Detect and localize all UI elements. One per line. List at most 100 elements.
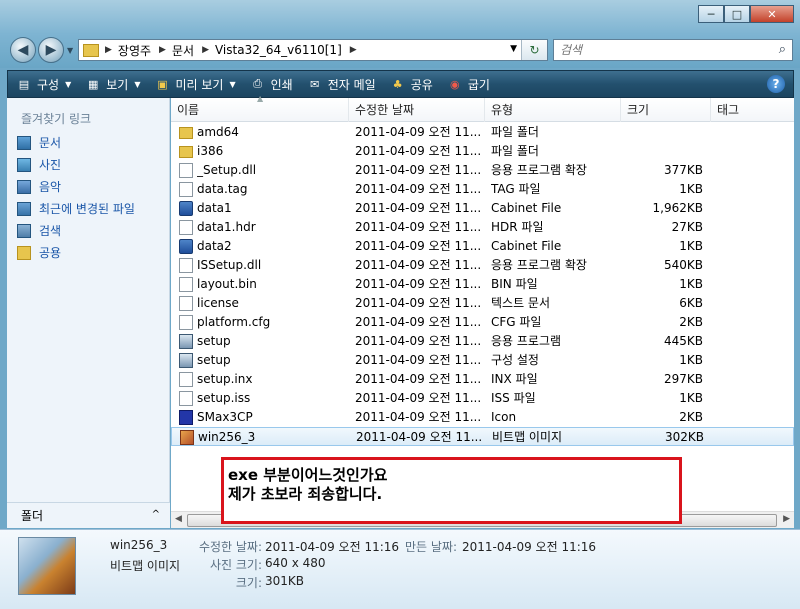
file-name: setup.iss — [197, 391, 251, 405]
chevron-right-icon[interactable]: ▶ — [350, 45, 357, 55]
folder-icon — [179, 127, 193, 139]
address-dropdown-icon[interactable]: ▼ — [510, 44, 517, 54]
table-row[interactable]: _Setup.dll 2011-04-09 오전 11... 응용 프로그램 확장 3… — [171, 161, 794, 180]
scroll-right-icon[interactable]: ▶ — [783, 514, 790, 524]
dll-file-icon — [179, 258, 193, 273]
file-size: 1KB — [679, 391, 703, 405]
chevron-right-icon[interactable]: ▶ — [159, 45, 166, 55]
file-date-modified: 2011-04-09 오전 11... — [355, 296, 482, 310]
column-tags[interactable]: 태그 — [711, 98, 794, 122]
table-row[interactable]: setup 2011-04-09 오전 11... 구성 설정 1KB — [171, 351, 794, 370]
file-date-modified: 2011-04-09 오전 11... — [355, 201, 482, 215]
chevron-down-icon: ▼ — [229, 79, 236, 89]
minimize-button[interactable]: ─ — [698, 5, 724, 23]
table-row[interactable]: setup 2011-04-09 오전 11... 응용 프로그램 445KB — [171, 332, 794, 351]
chevron-right-icon[interactable]: ▶ — [105, 45, 112, 55]
folders-label: 폴더 — [21, 509, 44, 523]
chevron-up-icon: ^ — [151, 509, 160, 520]
sidebar-item-pictures[interactable]: 사진 — [17, 156, 61, 173]
table-row[interactable]: ISSetup.dll 2011-04-09 오전 11... 응용 프로그램 확장… — [171, 256, 794, 275]
cabinet-file-icon — [179, 201, 193, 216]
table-row[interactable]: license 2011-04-09 오전 11... 텍스트 문서 6KB — [171, 294, 794, 313]
back-button[interactable]: ◀ — [10, 37, 36, 63]
burn-label: 굽기 — [467, 77, 490, 92]
folders-toggle[interactable]: 폴더 ^ — [7, 502, 170, 528]
file-icon — [179, 372, 193, 387]
table-row[interactable]: win256_3 2011-04-09 오전 11... 비트맵 이미지 302KB — [171, 427, 794, 446]
table-row[interactable]: data.tag 2011-04-09 오전 11... TAG 파일 1KB — [171, 180, 794, 199]
table-row[interactable]: layout.bin 2011-04-09 오전 11... BIN 파일 1KB — [171, 275, 794, 294]
sidebar-item-public[interactable]: 공용 — [17, 244, 61, 261]
table-row[interactable]: data1.hdr 2011-04-09 오전 11... HDR 파일 27KB — [171, 218, 794, 237]
table-row[interactable]: platform.cfg 2011-04-09 오전 11... CFG 파일 2KB — [171, 313, 794, 332]
sidebar-item-recent[interactable]: 최근에 변경된 파일 — [17, 200, 135, 217]
share-button[interactable]: ♣ 공유 — [390, 76, 433, 93]
details-size-label: 크기: — [235, 576, 262, 590]
file-size: 297KB — [663, 372, 703, 386]
search-input[interactable] — [560, 43, 760, 57]
details-created-label: 만든 날짜: — [404, 540, 457, 554]
title-bar: ─ □ ✕ ◀ ▶ ▼ ▶ 장영주 ▶ 문서 ▶ Vista32_64_v611… — [0, 0, 800, 68]
organize-button[interactable]: ▤ 구성 ▼ — [16, 76, 71, 93]
email-button[interactable]: ✉ 전자 메일 — [307, 76, 376, 93]
column-date-modified[interactable]: 수정한 날짜 — [349, 98, 485, 122]
details-created-value: 2011-04-09 오전 11:16 — [462, 540, 597, 554]
column-size[interactable]: 크기 — [621, 98, 711, 122]
sidebar-item-searches[interactable]: 검색 — [17, 222, 61, 239]
file-type: 구성 설정 — [491, 353, 539, 367]
file-date-modified: 2011-04-09 오전 11... — [355, 353, 482, 367]
sidebar-item-music[interactable]: 음악 — [17, 178, 61, 195]
folder-icon — [179, 146, 193, 158]
chevron-down-icon: ▼ — [134, 79, 141, 89]
music-icon — [17, 179, 31, 194]
file-size: 377KB — [663, 163, 703, 177]
file-size: 1,962KB — [652, 201, 703, 215]
table-row[interactable]: i386 2011-04-09 오전 11... 파일 폴더 — [171, 142, 794, 161]
navigation-buttons: ◀ ▶ ▼ — [10, 37, 73, 63]
file-date-modified: 2011-04-09 오전 11... — [355, 220, 482, 234]
file-type: INX 파일 — [491, 372, 538, 386]
details-pane: win256_3 비트맵 이미지 수정한 날짜: 2011-04-09 오전 1… — [0, 529, 800, 609]
table-row[interactable]: setup.iss 2011-04-09 오전 11... ISS 파일 1KB — [171, 389, 794, 408]
maximize-button[interactable]: □ — [724, 5, 750, 23]
recent-pages-dropdown[interactable]: ▼ — [67, 46, 73, 55]
bitmap-image-icon — [180, 430, 194, 445]
file-icon — [179, 182, 193, 197]
file-icon — [179, 391, 193, 406]
close-button[interactable]: ✕ — [750, 5, 794, 23]
file-name: setup — [197, 334, 231, 348]
search-box[interactable]: ⌕ — [553, 39, 793, 61]
table-row[interactable]: amd64 2011-04-09 오전 11... 파일 폴더 — [171, 123, 794, 142]
file-name: data.tag — [197, 182, 248, 196]
breadcrumb-current-folder[interactable]: Vista32_64_v6110[1] — [215, 43, 342, 57]
help-button[interactable]: ? — [767, 75, 785, 93]
address-bar[interactable]: ▶ 장영주 ▶ 문서 ▶ Vista32_64_v6110[1] ▶ ▼ ↻ — [78, 39, 548, 61]
explorer-window: ─ □ ✕ ◀ ▶ ▼ ▶ 장영주 ▶ 문서 ▶ Vista32_64_v611… — [0, 0, 800, 609]
file-date-modified: 2011-04-09 오전 11... — [355, 239, 482, 253]
chevron-right-icon[interactable]: ▶ — [202, 45, 209, 55]
table-row[interactable]: data1 2011-04-09 오전 11... Cabinet File 1,96… — [171, 199, 794, 218]
burn-button[interactable]: ◉ 굽기 — [447, 76, 490, 93]
refresh-button[interactable]: ↻ — [521, 40, 547, 60]
preview-button[interactable]: ▣ 미리 보기 ▼ — [155, 76, 236, 93]
print-button[interactable]: ⎙ 인쇄 — [250, 76, 293, 93]
sidebar-item-documents[interactable]: 문서 — [17, 134, 61, 151]
table-row[interactable]: SMax3CP 2011-04-09 오전 11... Icon 2KB — [171, 408, 794, 427]
breadcrumb-documents[interactable]: 문서 — [172, 42, 194, 59]
table-row[interactable]: data2 2011-04-09 오전 11... Cabinet File 1KB — [171, 237, 794, 256]
scroll-left-icon[interactable]: ◀ — [175, 514, 182, 524]
file-name: setup — [197, 353, 231, 367]
public-folder-icon — [17, 245, 31, 260]
file-type: 파일 폴더 — [491, 125, 539, 139]
email-icon: ✉ — [310, 77, 320, 91]
breadcrumb-user[interactable]: 장영주 — [118, 42, 151, 59]
forward-button[interactable]: ▶ — [38, 37, 64, 63]
file-date-modified: 2011-04-09 오전 11... — [355, 391, 482, 405]
preview-label: 미리 보기 — [175, 77, 224, 92]
column-type[interactable]: 유형 — [485, 98, 621, 122]
search-icon[interactable]: ⌕ — [779, 42, 786, 57]
views-button[interactable]: ▦ 보기 ▼ — [85, 76, 140, 93]
file-type: 텍스트 문서 — [491, 296, 551, 310]
file-type: 응용 프로그램 — [491, 334, 562, 348]
table-row[interactable]: setup.inx 2011-04-09 오전 11... INX 파일 297KB — [171, 370, 794, 389]
